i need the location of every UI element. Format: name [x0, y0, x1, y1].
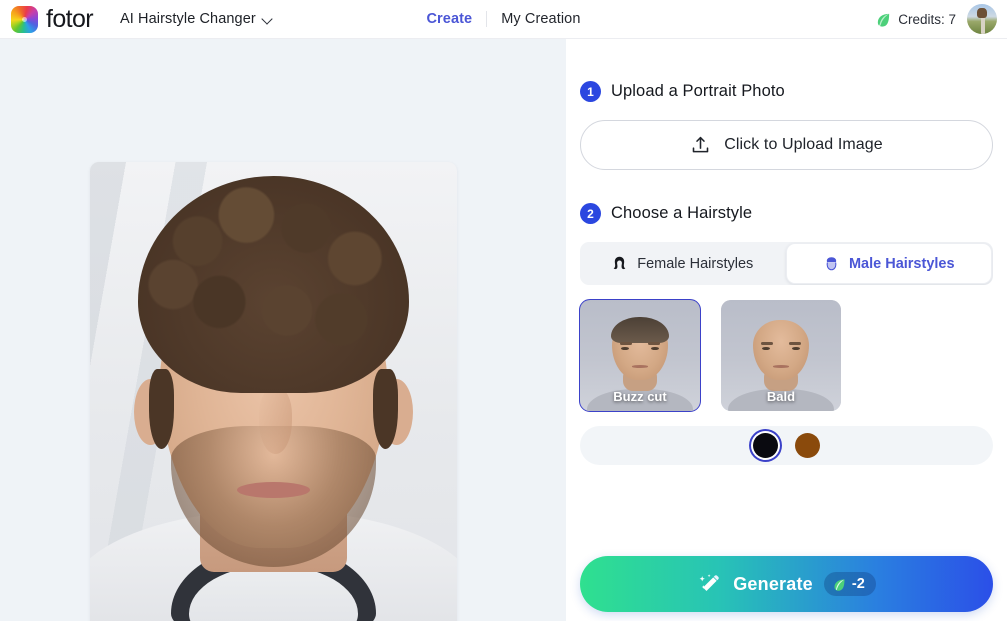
- hairstyle-label: Buzz cut: [613, 389, 667, 404]
- avatar-photo-subject: [977, 8, 987, 19]
- credits-label: Credits: 7: [898, 11, 956, 27]
- upload-image-button[interactable]: Click to Upload Image: [580, 120, 993, 170]
- brand[interactable]: fotor: [11, 4, 94, 33]
- hairstyle-thumbnail-list: Buzz cut Bald: [579, 299, 993, 412]
- thumb-head: [753, 319, 809, 380]
- step-1-badge: 1: [580, 81, 601, 102]
- app-body: 1 Upload a Portrait Photo Click to Uploa…: [0, 39, 1007, 621]
- thumb-eye-left: [620, 346, 630, 350]
- hairstyle-label: Bald: [766, 389, 796, 404]
- generate-button[interactable]: Generate -2: [580, 556, 993, 612]
- preview-canvas: [0, 39, 566, 621]
- thumb-eyebrow-left: [619, 342, 632, 345]
- fotor-color-wheel-logo: [11, 5, 38, 33]
- tool-selector[interactable]: AI Hairstyle Changer: [120, 11, 274, 27]
- tab-male-hairstyles[interactable]: Male Hairstyles: [785, 243, 992, 284]
- color-swatch-brown[interactable]: [795, 433, 820, 458]
- hairstyle-gender-tabs: Female Hairstyles Male Hairstyles: [580, 242, 993, 285]
- step-2-badge: 2: [580, 203, 601, 224]
- thumb-eyebrow-left: [760, 342, 773, 345]
- tab-female-label: Female Hairstyles: [637, 255, 754, 272]
- tab-male-label: Male Hairstyles: [848, 255, 955, 272]
- uploaded-portrait-photo[interactable]: [90, 162, 457, 621]
- upload-tray-icon: [692, 136, 709, 152]
- brand-name: fotor: [46, 4, 94, 33]
- step-2-title: Choose a Hairstyle: [611, 204, 753, 222]
- app-root: fotor AI Hairstyle Changer Create My Cre…: [0, 0, 1007, 621]
- generate-cost-badge: -2: [823, 572, 876, 596]
- thumb-eye-right: [650, 346, 660, 350]
- avatar[interactable]: [967, 4, 997, 34]
- upload-button-label: Click to Upload Image: [724, 136, 883, 153]
- nav-link-my-creation[interactable]: My Creation: [487, 11, 594, 27]
- credits-indicator[interactable]: Credits: 7: [875, 11, 956, 28]
- hairstyle-card-buzz-cut[interactable]: Buzz cut: [579, 299, 701, 412]
- thumb-eye-right: [791, 346, 801, 350]
- thumb-eye-left: [761, 346, 771, 350]
- tool-name: AI Hairstyle Changer: [120, 11, 256, 27]
- options-panel: 1 Upload a Portrait Photo Click to Uploa…: [566, 39, 1007, 621]
- step-1-header: 1 Upload a Portrait Photo: [580, 81, 993, 102]
- chevron-down-icon: [263, 14, 274, 25]
- magic-wand-icon: [699, 573, 719, 591]
- nav-link-create[interactable]: Create: [412, 11, 486, 27]
- leaf-icon: [834, 579, 845, 591]
- app-header: fotor AI Hairstyle Changer Create My Cre…: [0, 0, 1007, 39]
- thumb-eyebrow-right: [789, 342, 802, 345]
- thumb-eyebrow-right: [648, 342, 661, 345]
- leaf-icon: [878, 13, 890, 27]
- hair-color-swatches: [580, 426, 993, 465]
- step-2-header: 2 Choose a Hairstyle: [580, 203, 993, 224]
- male-hair-icon: [826, 257, 837, 271]
- step-1-title: Upload a Portrait Photo: [611, 82, 785, 100]
- photo-sideburn-right: [372, 369, 399, 450]
- hairstyle-card-bald[interactable]: Bald: [721, 300, 841, 411]
- generate-cost-label: -2: [851, 576, 865, 592]
- female-hair-icon: [613, 256, 626, 270]
- photo-nose: [258, 388, 292, 455]
- header-right: Credits: 7: [875, 4, 997, 34]
- generate-label: Generate: [733, 573, 813, 594]
- tab-female-hairstyles[interactable]: Female Hairstyles: [580, 242, 785, 285]
- color-swatch-black[interactable]: [753, 433, 778, 458]
